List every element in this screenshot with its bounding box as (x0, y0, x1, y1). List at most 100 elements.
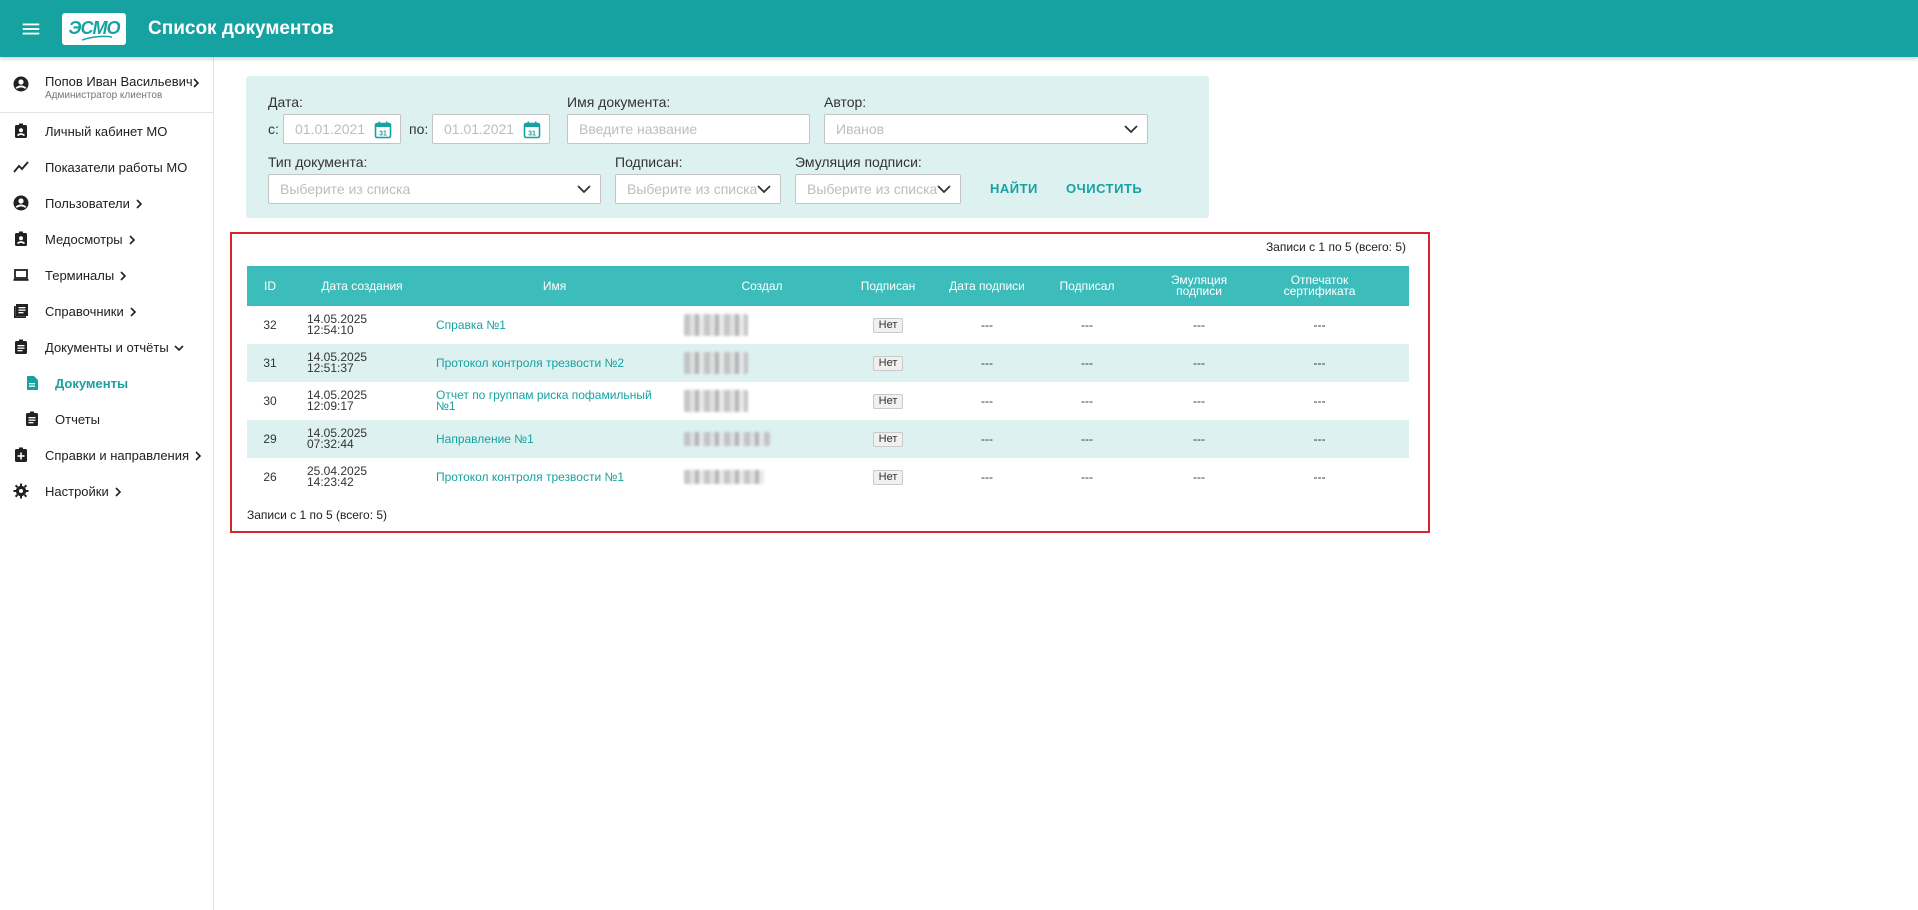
sidebar-item-reports[interactable]: Отчеты (0, 401, 213, 437)
cell-name[interactable]: Направление №1 (436, 420, 671, 458)
sidebar-item-documents[interactable]: Документы (0, 365, 213, 401)
signed-select[interactable]: Выберите из списка (615, 174, 781, 204)
cell-signed: Нет (843, 382, 933, 420)
chevron-down-icon (577, 185, 591, 194)
sidebar-item-users[interactable]: Пользователи (0, 185, 213, 221)
table-row[interactable]: 30 14.05.2025 12:09:17 Отчет по группам р… (247, 382, 1409, 420)
redacted-author (684, 432, 770, 446)
clipboard-plus-icon (15, 447, 27, 462)
user-name: Попов Иван Васильевич (45, 74, 193, 89)
calendar-icon[interactable]: 31 (374, 121, 392, 139)
table-row[interactable]: 31 14.05.2025 12:51:37 Протокол контроля … (247, 344, 1409, 382)
svg-text:31: 31 (528, 131, 536, 138)
document-link[interactable]: Протокол контроля трезвости №2 (436, 357, 624, 369)
cell-id: 30 (263, 393, 277, 408)
document-link[interactable]: Справка №1 (436, 319, 506, 331)
author-label: Автор: (824, 94, 867, 110)
table-row[interactable]: 26 25.04.2025 14:23:42 Протокол контроля … (247, 458, 1409, 496)
cell-fingerprint: --- (1313, 431, 1326, 446)
sidebar-item-indicators[interactable]: Показатели работы МО (0, 149, 213, 185)
gear-icon (13, 483, 29, 499)
cell-fingerprint: --- (1313, 469, 1326, 484)
author-select[interactable]: Иванов (824, 114, 1148, 144)
cell-signed: Нет (843, 420, 933, 458)
chevron-right-icon (120, 271, 127, 281)
header-fingerprint[interactable]: Отпечаток сертификата (1267, 266, 1372, 306)
header-signer[interactable]: Подписал (1042, 266, 1132, 306)
signed-label: Подписан: (615, 154, 683, 170)
sidebar-item-documents-reports[interactable]: Документы и отчёты (0, 329, 213, 365)
header-name[interactable]: Имя (437, 266, 672, 306)
chevron-right-icon (129, 235, 135, 245)
sidebar-item-directories[interactable]: Справочники (0, 293, 213, 329)
cell-author (684, 458, 834, 496)
user-circle-icon (13, 195, 29, 211)
cell-signer: --- (1081, 393, 1093, 408)
header-author[interactable]: Создал (687, 266, 837, 306)
date-to-input[interactable]: 01.01.2021 31 (432, 114, 550, 144)
redacted-author (684, 390, 748, 412)
chevron-right-icon (136, 199, 142, 209)
header-emulation[interactable]: Эмуляция подписи (1149, 266, 1249, 306)
date-from-input[interactable]: 01.01.2021 31 (283, 114, 401, 144)
sidebar: Попов Иван Васильевич Администратор клие… (0, 57, 214, 910)
chevron-right-icon (130, 307, 136, 317)
header-id[interactable]: ID (247, 266, 293, 306)
cell-emulation: --- (1193, 393, 1205, 408)
chevron-down-icon (1124, 125, 1138, 134)
redacted-author (684, 352, 748, 374)
cell-name[interactable]: Протокол контроля трезвости №1 (436, 458, 671, 496)
chevron-right-icon (193, 78, 200, 88)
date-label: Дата: (268, 94, 303, 110)
cell-created: 14.05.2025 12:54:10 (307, 312, 368, 337)
sidebar-item-cabinet[interactable]: Личный кабинет МО (0, 113, 213, 149)
header-signed[interactable]: Подписан (843, 266, 933, 306)
report-icon (26, 411, 38, 426)
app-logo[interactable]: ЭСМО (62, 12, 126, 45)
header-created[interactable]: Дата создания (307, 266, 417, 306)
records-info-top: Записи с 1 по 5 (всего: 5) (1265, 240, 1406, 254)
table-row[interactable]: 32 14.05.2025 12:54:10 Справка №1 Нет ---… (247, 306, 1409, 344)
cell-author (684, 306, 834, 344)
user-circle-icon (13, 76, 29, 92)
cell-name[interactable]: Протокол контроля трезвости №2 (436, 344, 671, 382)
table-row[interactable]: 29 14.05.2025 07:32:44 Направление №1 Нет… (247, 420, 1409, 458)
cell-signer: --- (1081, 317, 1093, 332)
cell-signed: Нет (843, 458, 933, 496)
date-from-label: с: (268, 121, 279, 137)
sidebar-item-medical[interactable]: Медосмотры (0, 221, 213, 257)
chevron-right-icon (195, 451, 202, 461)
calendar-icon[interactable]: 31 (523, 121, 541, 139)
clear-button[interactable]: ОЧИСТИТЬ (1066, 181, 1142, 196)
menu-button[interactable] (0, 0, 62, 57)
sidebar-item-terminals[interactable]: Терминалы (0, 257, 213, 293)
document-link[interactable]: Отчет по группам риска пофамильный №1 (436, 389, 661, 412)
clipboard-user-icon (15, 231, 27, 246)
user-profile[interactable]: Попов Иван Васильевич Администратор клие… (0, 57, 213, 113)
chevron-down-icon (757, 184, 771, 194)
cell-created: 14.05.2025 12:09:17 (307, 388, 368, 413)
cell-sign-date: --- (981, 355, 993, 370)
cell-signed: Нет (843, 306, 933, 344)
cell-sign-date: --- (981, 431, 993, 446)
chevron-down-icon (937, 184, 951, 194)
cell-id: 29 (263, 431, 277, 446)
records-info-bottom: Записи с 1 по 5 (всего: 5) (247, 508, 388, 522)
emulation-select[interactable]: Выберите из списка (795, 174, 961, 204)
doc-name-input[interactable]: Введите название (567, 114, 810, 144)
cell-name[interactable]: Отчет по группам риска пофамильный №1 (436, 382, 661, 420)
user-role: Администратор клиентов (45, 90, 163, 101)
find-button[interactable]: НАЙТИ (990, 181, 1038, 196)
doc-type-select[interactable]: Выберите из списка (268, 174, 601, 204)
sidebar-item-settings[interactable]: Настройки (0, 473, 213, 509)
document-link[interactable]: Протокол контроля трезвости №1 (436, 471, 624, 483)
header-sign-date[interactable]: Дата подписи (942, 266, 1032, 306)
sidebar-item-certificates[interactable]: Справки и направления (0, 437, 213, 473)
signed-badge: Нет (872, 393, 904, 409)
cell-name[interactable]: Справка №1 (436, 306, 671, 344)
document-link[interactable]: Направление №1 (436, 433, 534, 445)
cell-author (684, 420, 834, 458)
svg-text:31: 31 (379, 131, 387, 138)
cell-sign-date: --- (981, 393, 993, 408)
filter-panel: Дата: с: 01.01.2021 31 по: 01.01.2021 31… (246, 76, 1209, 218)
